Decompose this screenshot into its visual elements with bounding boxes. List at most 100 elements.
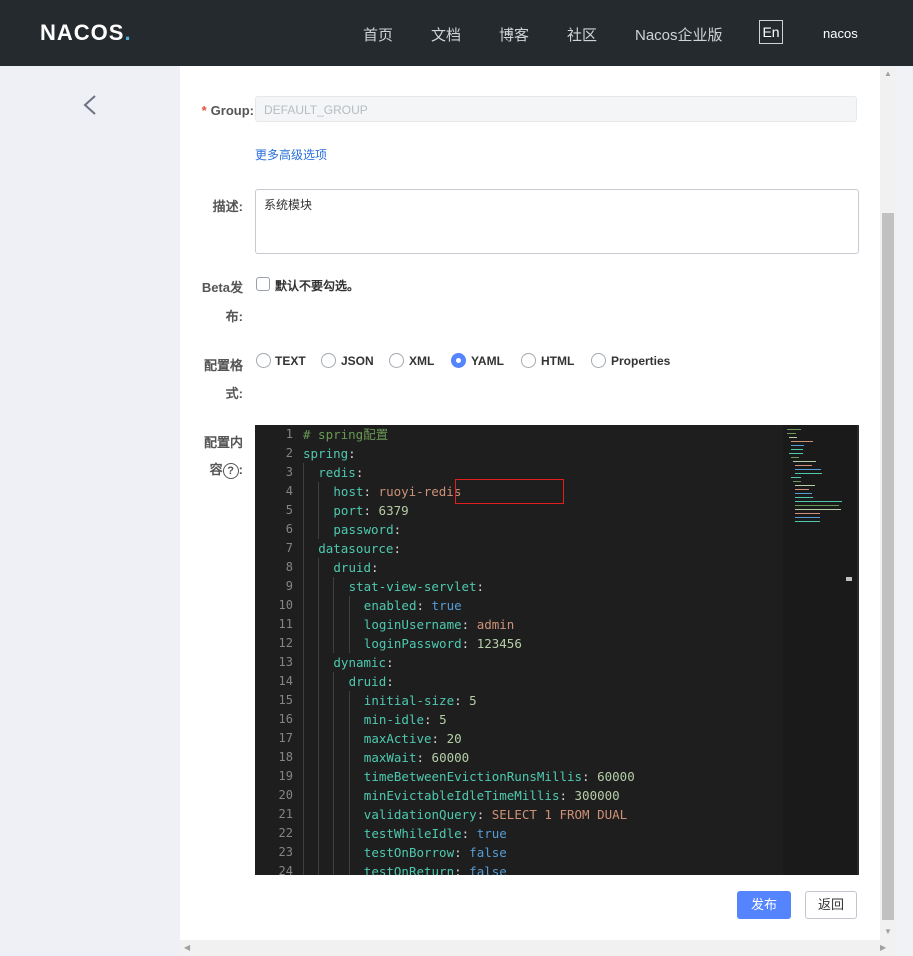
indent-guide (318, 672, 320, 691)
yaml-colon: : (582, 769, 590, 784)
yaml-key: druid (333, 560, 372, 575)
indent-guide (318, 862, 320, 875)
description-textarea[interactable]: 系统模块 (255, 189, 859, 254)
yaml-key: min-idle (363, 712, 425, 727)
nav-item-blog[interactable]: 博客 (499, 24, 529, 45)
indent-guide (303, 691, 304, 710)
group-label-text: Group: (210, 103, 254, 118)
yaml-colon: : (363, 503, 372, 518)
scroll-down-icon[interactable]: ▼ (884, 928, 892, 936)
format-label-yaml[interactable]: YAML (471, 354, 504, 368)
yaml-colon: : (371, 560, 379, 575)
code-text: enabled: true (364, 596, 462, 615)
indent-guide (318, 805, 320, 824)
code-text: maxWait: 60000 (364, 748, 469, 767)
indent-guide (303, 672, 304, 691)
indent-guide (318, 520, 320, 539)
indent-guide (333, 786, 335, 805)
nav-item-home[interactable]: 首页 (363, 24, 393, 45)
format-label-text[interactable]: TEXT (275, 354, 306, 368)
horizontal-scrollbar[interactable]: ◀ ▶ (180, 940, 896, 956)
yaml-colon: : (386, 655, 394, 670)
yaml-colon: : (454, 864, 462, 875)
minimap-line (789, 453, 804, 454)
minimap-line (795, 493, 812, 494)
nacos-logo[interactable]: NACOS. (40, 20, 131, 46)
code-text: password: (333, 520, 401, 539)
indent-guide (348, 843, 350, 862)
indent-guide (303, 748, 304, 767)
code-text: loginPassword: 123456 (364, 634, 522, 653)
format-radio-properties[interactable] (591, 353, 606, 368)
code-line: 7 datasource: (255, 539, 783, 558)
code-line: 6 password: (255, 520, 783, 539)
yaml-value: 5 (431, 712, 447, 727)
nav-item-community[interactable]: 社区 (567, 24, 597, 45)
indent-guide (348, 710, 350, 729)
vertical-scroll-thumb[interactable] (882, 213, 894, 920)
format-label-properties[interactable]: Properties (611, 354, 670, 368)
indent-guide (348, 767, 350, 786)
format-radio-text[interactable] (256, 353, 271, 368)
indent-guide (333, 691, 335, 710)
back-arrow-icon[interactable] (82, 94, 98, 116)
format-radio-json[interactable] (321, 353, 336, 368)
code-text: testWhileIdle: true (364, 824, 507, 843)
indent-guide (318, 634, 320, 653)
code-text: dynamic: (333, 653, 393, 672)
publish-button[interactable]: 发布 (737, 891, 791, 919)
line-number: 7 (285, 541, 293, 555)
beta-checkbox-label[interactable]: 默认不要勾选。 (275, 277, 359, 294)
scroll-up-icon[interactable]: ▲ (884, 70, 892, 78)
code-editor[interactable]: 1 # spring配置 2 spring: 3 redis: 4 host: ruoyi-r… (255, 425, 859, 875)
minimap-slider[interactable] (846, 577, 852, 581)
beta-checkbox[interactable] (256, 277, 270, 291)
nav-item-enterprise[interactable]: Nacos企业版 (635, 24, 723, 45)
back-button[interactable]: 返回 (805, 891, 857, 919)
minimap-border (857, 425, 859, 875)
indent-guide (303, 824, 304, 843)
group-input[interactable]: DEFAULT_GROUP (255, 96, 857, 122)
code-text: druid: (333, 558, 378, 577)
editor-minimap[interactable] (783, 425, 859, 875)
config-edit-form: * Group: DEFAULT_GROUP 更多高级选项 描述: 系统模块 Be… (180, 66, 896, 940)
yaml-value: 20 (439, 731, 462, 746)
yaml-colon: : (431, 731, 440, 746)
nav-item-docs[interactable]: 文档 (431, 24, 461, 45)
highlight-box (455, 479, 564, 504)
format-label-xml[interactable]: XML (409, 354, 434, 368)
vertical-scrollbar[interactable]: ▲ ▼ (880, 66, 896, 940)
help-circle-icon[interactable]: ? (222, 462, 239, 479)
yaml-value: false (461, 845, 507, 860)
indent-guide (318, 843, 320, 862)
language-toggle-button[interactable]: En (759, 20, 783, 44)
indent-guide (303, 786, 304, 805)
yaml-key: timeBetweenEvictionRunsMillis (363, 769, 583, 784)
line-number: 5 (285, 503, 293, 517)
format-radio-yaml[interactable] (451, 353, 466, 368)
advanced-options-link[interactable]: 更多高级选项 (255, 146, 327, 163)
code-text: port: 6379 (333, 501, 408, 520)
format-label-html[interactable]: HTML (541, 354, 574, 368)
required-asterisk: * (201, 103, 207, 118)
indent-guide (303, 653, 304, 672)
format-radio-xml[interactable] (389, 353, 404, 368)
scroll-left-icon[interactable]: ◀ (184, 944, 190, 952)
yaml-colon: : (348, 446, 356, 461)
logo-dot: . (124, 20, 131, 45)
line-number: 21 (278, 807, 293, 821)
indent-guide (333, 729, 335, 748)
code-line: 12 loginPassword: 123456 (255, 634, 783, 653)
indent-guide (318, 482, 320, 501)
indent-guide (303, 710, 304, 729)
format-radio-html[interactable] (521, 353, 536, 368)
code-line: 13 dynamic: (255, 653, 783, 672)
yaml-value: 5 (461, 693, 477, 708)
format-label-json[interactable]: JSON (341, 354, 374, 368)
code-text: # spring配置 (303, 425, 388, 444)
left-panel (0, 66, 180, 956)
scroll-right-icon[interactable]: ▶ (880, 944, 886, 952)
user-name[interactable]: nacos (823, 26, 858, 41)
format-label-line1: 配置格 (203, 358, 243, 373)
yaml-colon: : (454, 845, 462, 860)
